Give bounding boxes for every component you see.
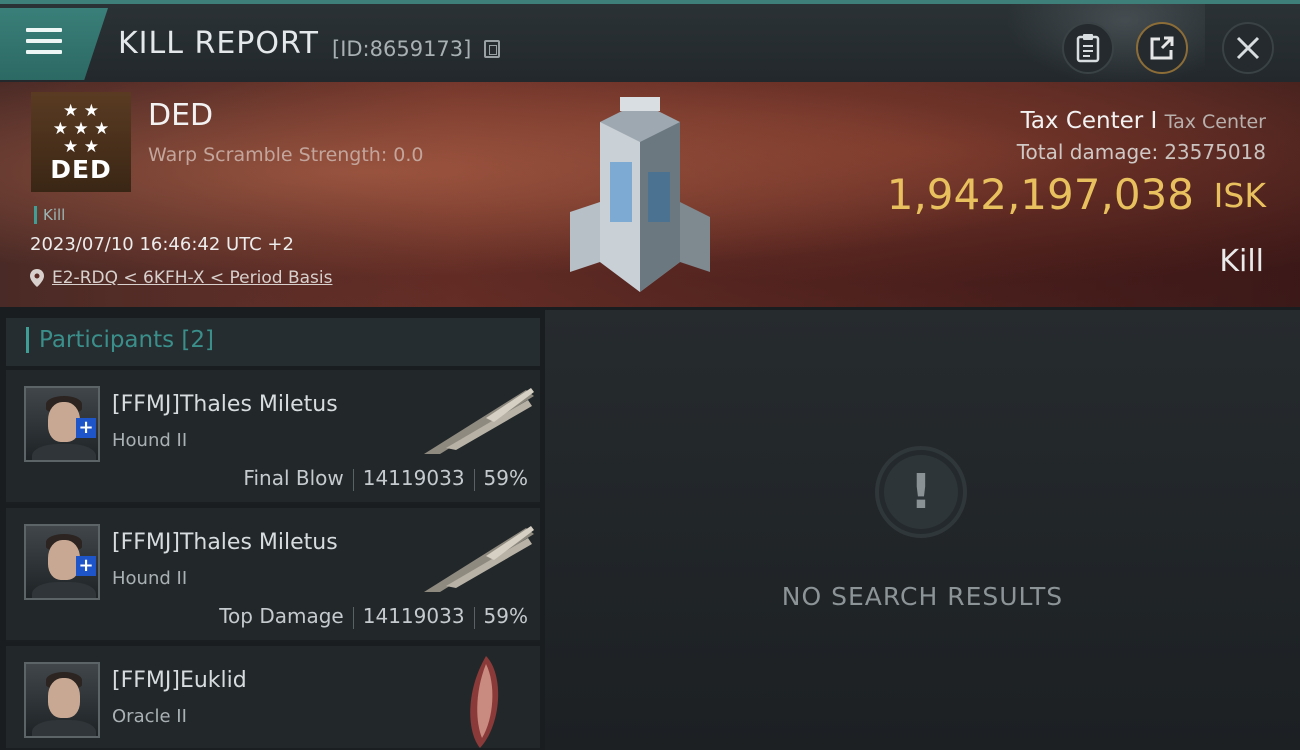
participant-damage: 14119033 bbox=[362, 604, 465, 628]
close-button[interactable] bbox=[1222, 22, 1274, 74]
result-label: Kill bbox=[1219, 244, 1264, 279]
participant-row[interactable]: [FFMJ]Euklid Oracle II bbox=[6, 646, 540, 750]
close-icon bbox=[1236, 36, 1260, 60]
page-title: KILL REPORT bbox=[118, 26, 319, 61]
participant-role: Top Damage bbox=[219, 604, 344, 628]
hound-ship-icon bbox=[424, 526, 534, 592]
exclamation-icon: ! bbox=[875, 446, 967, 538]
participant-row[interactable]: + [FFMJ]Thales Miletus Hound II Final Bl… bbox=[6, 370, 540, 504]
isk-value: 1,942,197,038 bbox=[886, 170, 1194, 219]
plus-badge-icon: + bbox=[76, 418, 96, 438]
total-damage-label: Total damage: bbox=[1016, 140, 1159, 164]
empty-state-text: NO SEARCH RESULTS bbox=[781, 582, 1064, 611]
share-icon bbox=[1150, 36, 1174, 60]
menu-button[interactable] bbox=[0, 8, 108, 80]
target-name-text: Tax Center I bbox=[1020, 108, 1158, 134]
total-damage: Total damage: 23575018 bbox=[1017, 140, 1266, 164]
ship-name: Hound II bbox=[112, 430, 188, 451]
pilot-name: [FFMJ]Euklid bbox=[112, 668, 247, 693]
participant-damage: 14119033 bbox=[362, 466, 465, 490]
clipboard-icon bbox=[1076, 34, 1100, 63]
avatar[interactable] bbox=[24, 662, 100, 738]
timestamp: 2023/07/10 16:46:42 UTC +2 bbox=[30, 234, 294, 255]
participant-role: Final Blow bbox=[243, 466, 344, 490]
ship-name: Oracle II bbox=[112, 706, 187, 727]
total-damage-value: 23575018 bbox=[1164, 140, 1266, 164]
copy-icon[interactable] bbox=[484, 40, 500, 58]
stars-icon: ★ ★ ★ ★ ★ ★ ★ bbox=[52, 101, 110, 157]
participant-stats: Final Blow 14119033 59% bbox=[243, 466, 528, 491]
clipboard-button[interactable] bbox=[1062, 22, 1114, 74]
plus-badge-icon: + bbox=[76, 556, 96, 576]
participants-header: Participants [2] bbox=[6, 318, 540, 366]
location-pin-icon bbox=[30, 269, 44, 287]
participants-title: Participants [2] bbox=[39, 327, 214, 353]
header-accent-bar bbox=[26, 327, 29, 353]
participant-row[interactable]: + [FFMJ]Thales Miletus Hound II Top Dama… bbox=[6, 508, 540, 642]
share-button[interactable] bbox=[1136, 22, 1188, 74]
pilot-name: [FFMJ]Thales Miletus bbox=[112, 392, 338, 417]
hound-ship-icon bbox=[424, 388, 534, 454]
isk-unit: ISK bbox=[1213, 176, 1266, 215]
results-panel: ! NO SEARCH RESULTS bbox=[545, 310, 1300, 750]
warp-scramble-strength: Warp Scramble Strength: 0.0 bbox=[148, 144, 424, 166]
target-name: Tax Center I Tax Center bbox=[1021, 108, 1266, 134]
participant-percent: 59% bbox=[483, 604, 528, 628]
oracle-ship-icon bbox=[470, 656, 499, 748]
corp-logo-text: DED bbox=[50, 155, 112, 184]
top-bar: KILL REPORT [ID:8659173] bbox=[0, 0, 1300, 86]
victim-name: DED bbox=[148, 98, 214, 133]
participant-stats: Top Damage 14119033 59% bbox=[219, 604, 528, 629]
kill-id: [ID:8659173] bbox=[332, 37, 472, 61]
kill-tag: Kill bbox=[34, 206, 65, 224]
location-link[interactable]: E2-RDQ < 6KFH-X < Period Basis bbox=[52, 268, 332, 288]
pilot-name: [FFMJ]Thales Miletus bbox=[112, 530, 338, 555]
tax-center-structure-image[interactable] bbox=[560, 92, 720, 302]
ship-name: Hound II bbox=[112, 568, 188, 589]
hamburger-icon bbox=[26, 28, 62, 58]
participant-percent: 59% bbox=[483, 466, 528, 490]
corp-logo[interactable]: ★ ★ ★ ★ ★ ★ ★ DED bbox=[31, 92, 131, 192]
kill-banner: ★ ★ ★ ★ ★ ★ ★ DED DED Warp Scramble Streng… bbox=[0, 82, 1300, 307]
target-type: Tax Center bbox=[1164, 111, 1266, 133]
